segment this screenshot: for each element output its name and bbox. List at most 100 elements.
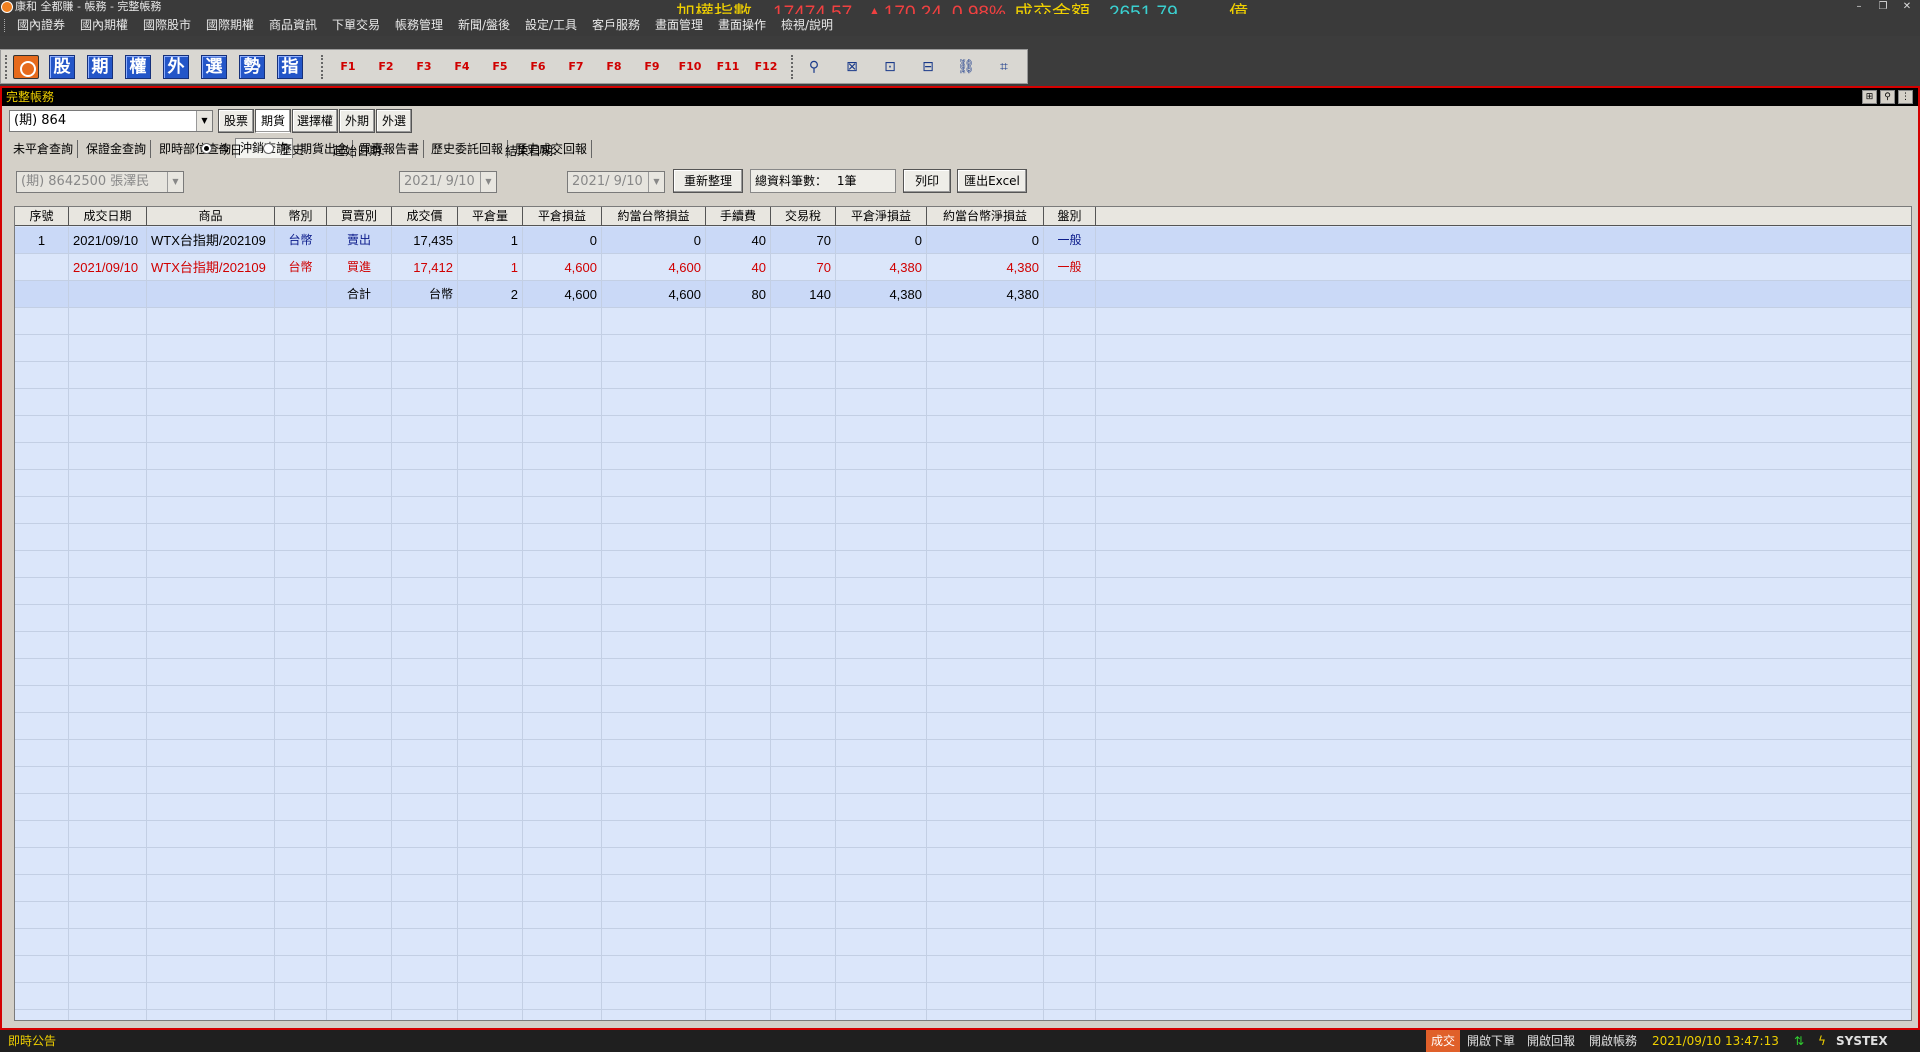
col-header-close-qty[interactable]: 平倉量 xyxy=(458,207,523,226)
account-select[interactable]: (期) 864 ▼ xyxy=(9,110,213,132)
quick-trend-button[interactable]: 勢 xyxy=(239,55,265,79)
fkey-f1-button[interactable]: F1 xyxy=(332,58,364,76)
crop-icon[interactable]: ⌗ xyxy=(993,57,1015,77)
empty-cell xyxy=(523,524,602,551)
export-excel-button[interactable]: 匯出Excel xyxy=(957,169,1027,193)
col-header-fee[interactable]: 手續費 xyxy=(706,207,771,226)
type-options-button[interactable]: 選擇權 xyxy=(292,109,338,133)
end-date-picker[interactable]: 2021/ 9/10 ▼ xyxy=(567,171,665,193)
quick-select-button[interactable]: 選 xyxy=(201,55,227,79)
fkey-f7-button[interactable]: F7 xyxy=(560,58,592,76)
fkey-f4-button[interactable]: F4 xyxy=(446,58,478,76)
menu-item-domestic-securities[interactable]: 國內證券 xyxy=(17,18,65,32)
minimize-icon[interactable]: – xyxy=(1850,0,1868,14)
empty-cell xyxy=(771,686,836,713)
refresh-button[interactable]: 重新整理 xyxy=(673,169,743,193)
quick-index-button[interactable]: 指 xyxy=(277,55,303,79)
fill-indicator[interactable]: 成交 xyxy=(1426,1030,1460,1052)
fkey-f5-button[interactable]: F5 xyxy=(484,58,516,76)
chevron-down-icon[interactable]: ▼ xyxy=(648,172,664,192)
radio-history[interactable] xyxy=(263,143,274,154)
empty-cell xyxy=(392,308,458,335)
table-total-row[interactable]: 合計 台幣 2 4,600 4,600 80 140 4,380 4,380 xyxy=(15,281,1911,308)
type-foreign-options-button[interactable]: 外選 xyxy=(376,109,412,133)
table-row[interactable]: 2021/09/10 WTX台指期/202109 台幣 買進 17,412 1 … xyxy=(15,254,1911,281)
col-header-tax[interactable]: 交易稅 xyxy=(771,207,836,226)
menu-item-screen-management[interactable]: 畫面管理 xyxy=(655,18,703,32)
menu-item-screen-operation[interactable]: 畫面操作 xyxy=(718,18,766,32)
col-header-session[interactable]: 盤別 xyxy=(1044,207,1096,226)
empty-cell xyxy=(327,956,392,983)
menu-item-account[interactable]: 帳務管理 xyxy=(395,18,443,32)
menu-item-global-futures[interactable]: 國際期權 xyxy=(206,18,254,32)
sub-account-select[interactable]: (期) 8642500 張澤民 ▼ xyxy=(16,171,184,193)
chevron-down-icon[interactable]: ▼ xyxy=(196,111,212,131)
close-window-icon[interactable]: ⊠ xyxy=(841,57,863,77)
quick-stock-button[interactable]: 股 xyxy=(49,55,75,79)
open-report-link[interactable]: 開啟回報 xyxy=(1527,1030,1575,1052)
quick-futures-button[interactable]: 期 xyxy=(87,55,113,79)
options-icon[interactable]: ⋮ xyxy=(1898,90,1913,104)
fkey-f6-button[interactable]: F6 xyxy=(522,58,554,76)
tab-open-positions[interactable]: 未平倉查詢 xyxy=(9,140,79,158)
print-button[interactable]: 列印 xyxy=(903,169,951,193)
type-stock-button[interactable]: 股票 xyxy=(218,109,254,133)
col-header-currency[interactable]: 幣別 xyxy=(275,207,327,226)
open-account-link[interactable]: 開啟帳務 xyxy=(1589,1030,1637,1052)
link-icon[interactable]: ⛓ xyxy=(955,57,977,77)
fkey-f8-button[interactable]: F8 xyxy=(598,58,630,76)
fkey-f10-button[interactable]: F10 xyxy=(674,58,706,76)
fkey-f3-button[interactable]: F3 xyxy=(408,58,440,76)
table-row[interactable]: 1 2021/09/10 WTX台指期/202109 台幣 賣出 17,435 … xyxy=(15,227,1911,254)
type-futures-button[interactable]: 期貨 xyxy=(255,109,291,133)
close-icon[interactable]: ✕ xyxy=(1898,0,1916,14)
type-foreign-futures-button[interactable]: 外期 xyxy=(339,109,375,133)
menu-item-trading[interactable]: 下單交易 xyxy=(332,18,380,32)
col-header-side[interactable]: 買賣別 xyxy=(327,207,392,226)
empty-cell xyxy=(836,956,927,983)
center-window-icon[interactable]: ⊡ xyxy=(879,57,901,77)
menu-item-settings[interactable]: 設定/工具 xyxy=(525,18,577,32)
fkey-f11-button[interactable]: F11 xyxy=(712,58,744,76)
menu-item-customer-service[interactable]: 客戶服務 xyxy=(592,18,640,32)
fkey-f9-button[interactable]: F9 xyxy=(636,58,668,76)
quick-foreign-button[interactable]: 外 xyxy=(163,55,189,79)
open-order-link[interactable]: 開啟下單 xyxy=(1467,1030,1515,1052)
col-header-trade-date[interactable]: 成交日期 xyxy=(69,207,147,226)
pin-icon[interactable]: ⊞ xyxy=(1862,90,1877,104)
restore-icon[interactable]: ❐ xyxy=(1874,0,1892,14)
col-header-seq[interactable]: 序號 xyxy=(15,207,69,226)
zoom-icon[interactable]: ⚲ xyxy=(1880,90,1895,104)
split-window-icon[interactable]: ⊟ xyxy=(917,57,939,77)
notice-label[interactable]: 即時公告 xyxy=(8,1030,56,1052)
tab-margin[interactable]: 保證金查詢 xyxy=(82,140,152,158)
menu-item-news[interactable]: 新聞/盤後 xyxy=(458,18,510,32)
col-header-product[interactable]: 商品 xyxy=(147,207,275,226)
fkey-f2-button[interactable]: F2 xyxy=(370,58,402,76)
tab-order-history[interactable]: 歷史委託回報 xyxy=(427,140,509,158)
menu-item-product-info[interactable]: 商品資訊 xyxy=(269,18,317,32)
empty-cell xyxy=(327,416,392,443)
col-header-close-pnl[interactable]: 平倉損益 xyxy=(523,207,602,226)
fkey-f12-button[interactable]: F12 xyxy=(750,58,782,76)
empty-cell xyxy=(15,767,69,794)
col-header-price[interactable]: 成交價 xyxy=(392,207,458,226)
search-icon[interactable]: ⚲ xyxy=(803,57,825,77)
col-header-twd-net-pnl[interactable]: 約當台幣淨損益 xyxy=(927,207,1044,226)
menu-item-view-help[interactable]: 檢視/說明 xyxy=(781,18,833,32)
chevron-down-icon[interactable]: ▼ xyxy=(480,172,496,192)
col-header-twd-pnl[interactable]: 約當台幣損益 xyxy=(602,207,706,226)
col-header-net-pnl[interactable]: 平倉淨損益 xyxy=(836,207,927,226)
empty-cell xyxy=(327,443,392,470)
quick-options-button[interactable]: 權 xyxy=(125,55,151,79)
chevron-down-icon[interactable]: ▼ xyxy=(167,172,183,192)
menu-item-global-stocks[interactable]: 國際股市 xyxy=(143,18,191,32)
home-icon[interactable] xyxy=(13,55,39,79)
total-count-value: 1筆 xyxy=(836,174,857,188)
start-date-picker[interactable]: 2021/ 9/10 ▼ xyxy=(399,171,497,193)
radio-today[interactable] xyxy=(201,143,212,154)
menu-item-domestic-futures[interactable]: 國內期權 xyxy=(80,18,128,32)
empty-cell xyxy=(1044,578,1096,605)
toolbar-grip xyxy=(5,55,8,79)
empty-cell xyxy=(147,551,275,578)
